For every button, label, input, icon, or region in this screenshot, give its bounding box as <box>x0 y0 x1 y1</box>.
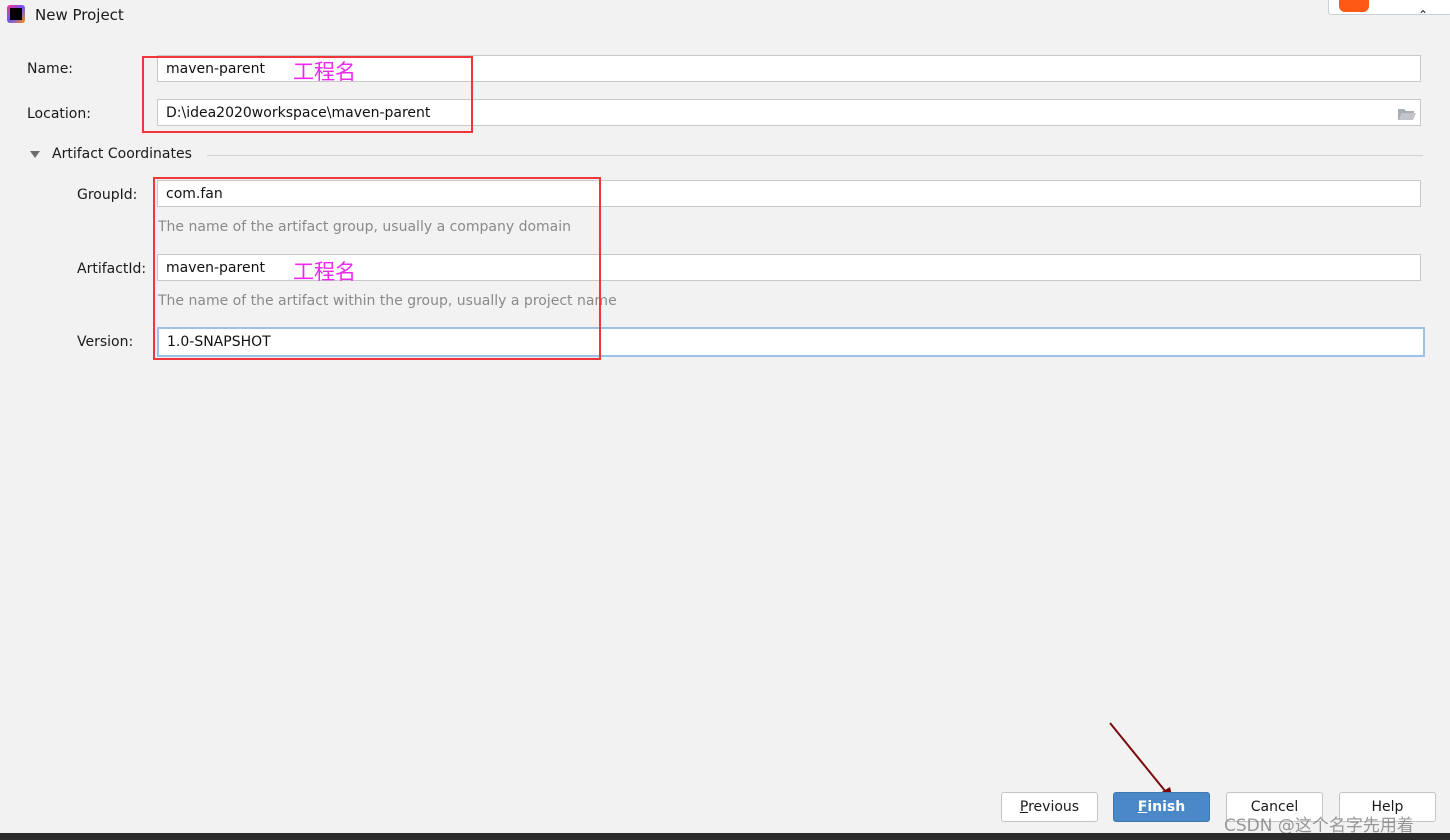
finish-button[interactable]: Finish <box>1113 792 1210 822</box>
mnemonic: F <box>1137 799 1148 815</box>
groupid-label: GroupId: <box>77 187 138 203</box>
collapse-icon[interactable]: ⌃ <box>1418 8 1428 22</box>
section-toggle[interactable]: Artifact Coordinates <box>30 146 192 162</box>
previous-button[interactable]: Previous <box>1001 792 1098 822</box>
name-label: Name: <box>27 61 74 77</box>
section-title: Artifact Coordinates <box>52 146 192 162</box>
intellij-idea-icon <box>7 5 25 23</box>
taskbar-strip <box>0 833 1450 840</box>
window-title: New Project <box>35 6 124 24</box>
version-label: Version: <box>77 334 134 350</box>
mnemonic: P <box>1019 799 1029 815</box>
ime-toolbar[interactable] <box>1328 0 1450 15</box>
annotation-project-name: 工程名 <box>293 60 356 84</box>
section-divider <box>207 155 1423 156</box>
artifactid-label: ArtifactId: <box>77 261 147 277</box>
location-label: Location: <box>27 106 91 122</box>
label: revious <box>1028 799 1080 815</box>
triangle-down-icon <box>30 150 40 158</box>
annotation-box-coordinates <box>153 177 601 360</box>
label: inish <box>1147 799 1186 815</box>
folder-icon[interactable] <box>1398 107 1416 120</box>
annotation-project-name: 工程名 <box>293 260 356 284</box>
